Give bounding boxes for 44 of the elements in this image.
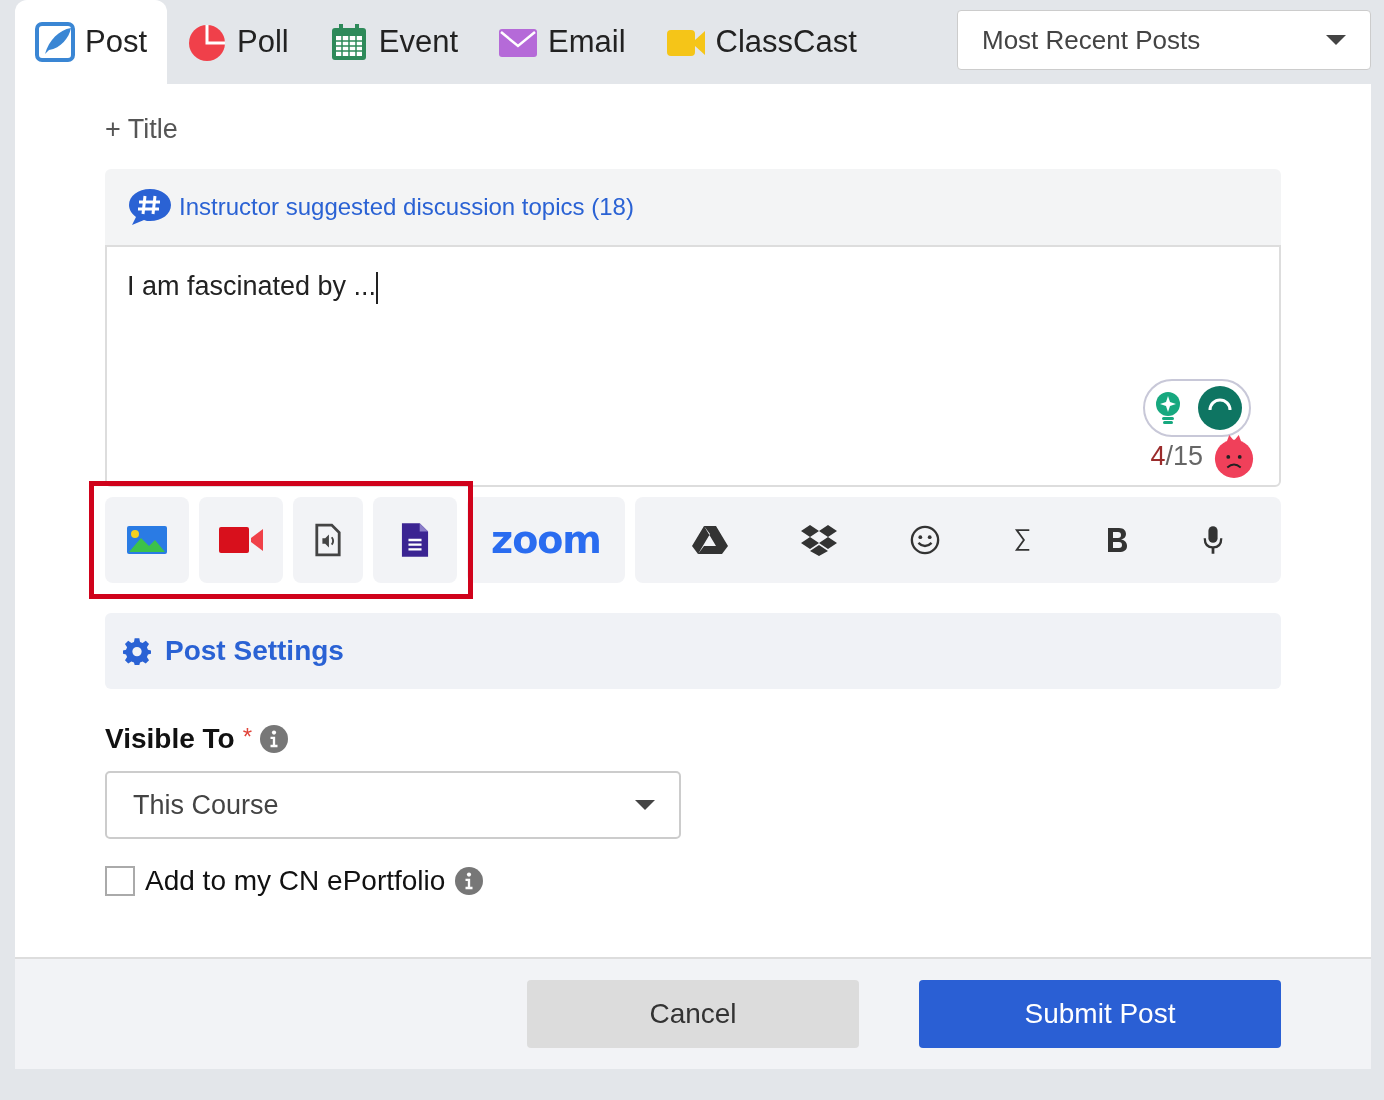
topics-link[interactable]: Instructor suggested discussion topics (18): [179, 193, 634, 221]
add-title-link[interactable]: + Title: [105, 114, 178, 145]
document-icon: [401, 522, 429, 558]
microphone-icon: [1202, 525, 1225, 555]
submit-button[interactable]: Submit Post: [919, 980, 1281, 1048]
info-icon[interactable]: [260, 725, 288, 753]
assistant-pill[interactable]: [1143, 379, 1251, 437]
word-goal: /15: [1165, 440, 1203, 472]
hashtag-bubble-icon: [127, 187, 173, 227]
dropbox-icon: [801, 524, 837, 556]
sad-face-icon: [1213, 433, 1255, 479]
caret-icon: [1326, 35, 1346, 45]
visibility-dropdown[interactable]: This Course: [105, 771, 681, 839]
document-button[interactable]: [373, 497, 457, 583]
triangle-drive-icon: [691, 524, 728, 556]
feather-icon: [35, 22, 75, 62]
required-mark: *: [242, 723, 252, 751]
tab[interactable]: Poll: [167, 0, 309, 84]
tab[interactable]: Event: [308, 0, 478, 84]
checkbox[interactable]: [105, 866, 135, 896]
image-icon: [127, 526, 167, 554]
sigma-icon: [1013, 527, 1032, 553]
pie-chart-icon: [187, 22, 228, 62]
image-button[interactable]: [105, 497, 189, 583]
word-count: 4: [1150, 440, 1166, 472]
caret-icon: [635, 800, 655, 810]
zoom-button[interactable]: zoom: [467, 497, 625, 583]
post-settings-button[interactable]: Post Settings: [105, 613, 1281, 689]
info-icon[interactable]: [455, 867, 484, 895]
portfolio-label: Add to my CN ePortfolio: [145, 865, 446, 897]
cancel-button[interactable]: Cancel: [527, 980, 859, 1048]
visible-to-label: Visible To: [105, 723, 235, 755]
settings-icon: [123, 637, 151, 665]
tab[interactable]: Email: [478, 0, 646, 84]
tab[interactable]: Post: [15, 0, 168, 84]
tab[interactable]: ClassCast: [645, 0, 877, 84]
post-text-area[interactable]: I am fascinated by ... 4/15: [105, 245, 1281, 487]
sort-dropdown[interactable]: Most Recent Posts: [957, 10, 1371, 70]
audio-button[interactable]: [293, 497, 363, 583]
video-button[interactable]: [199, 497, 283, 583]
spinner-icon: [1197, 386, 1242, 430]
video-camera-icon: [219, 526, 263, 554]
audio-file-icon: [314, 523, 342, 557]
smiley-icon: [910, 525, 941, 555]
